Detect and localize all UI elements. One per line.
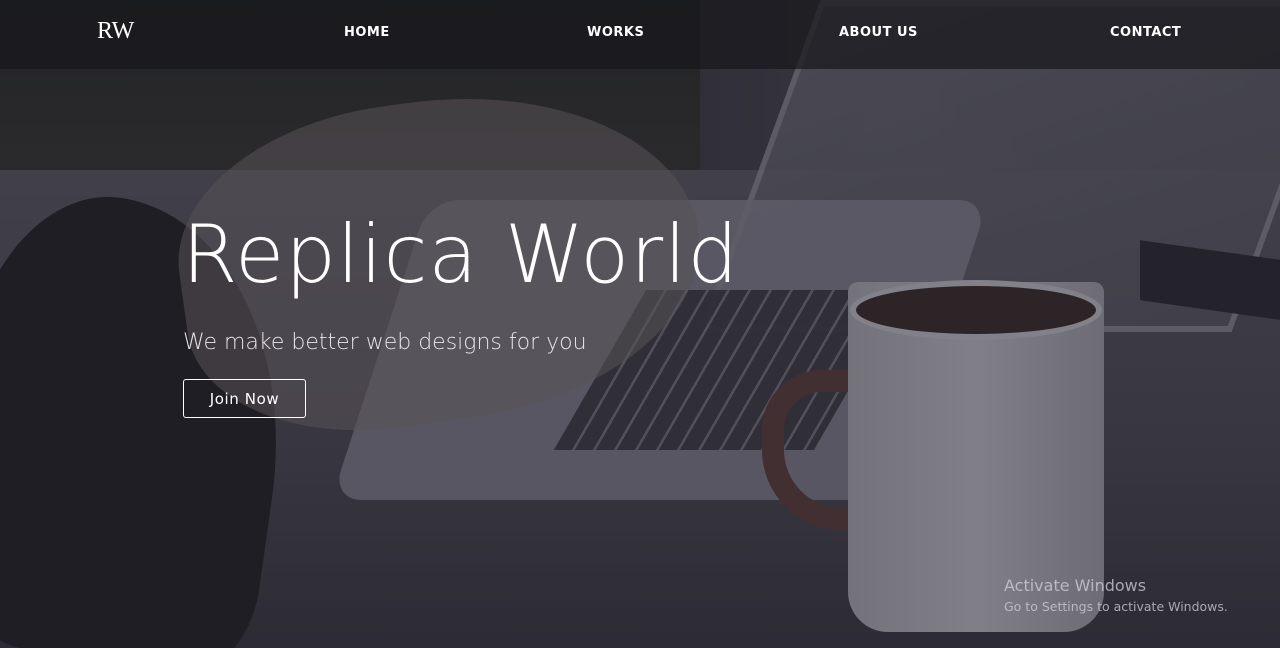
watermark-title: Activate Windows	[1004, 576, 1147, 595]
nav-works[interactable]: WORKS	[587, 25, 644, 40]
hero-subtitle: We make better web designs for you	[183, 330, 587, 355]
join-now-button[interactable]: Join Now	[183, 379, 306, 418]
nav-about-us[interactable]: ABOUT US	[839, 25, 918, 40]
hero-background-image	[0, 0, 1280, 648]
watermark-subtitle: Go to Settings to activate Windows.	[1004, 599, 1228, 614]
nav-contact[interactable]: CONTACT	[1110, 25, 1181, 40]
activate-windows-watermark: Activate Windows Go to Settings to activ…	[1004, 576, 1228, 614]
top-navbar: RW HOME WORKS ABOUT US CONTACT	[0, 0, 1280, 69]
site-logo[interactable]: RW	[97, 18, 134, 45]
nav-home[interactable]: HOME	[344, 25, 390, 40]
background-overlay	[0, 0, 1280, 648]
hero-section: RW HOME WORKS ABOUT US CONTACT Replica W…	[0, 0, 1280, 648]
hero-title: Replica World	[182, 208, 740, 301]
